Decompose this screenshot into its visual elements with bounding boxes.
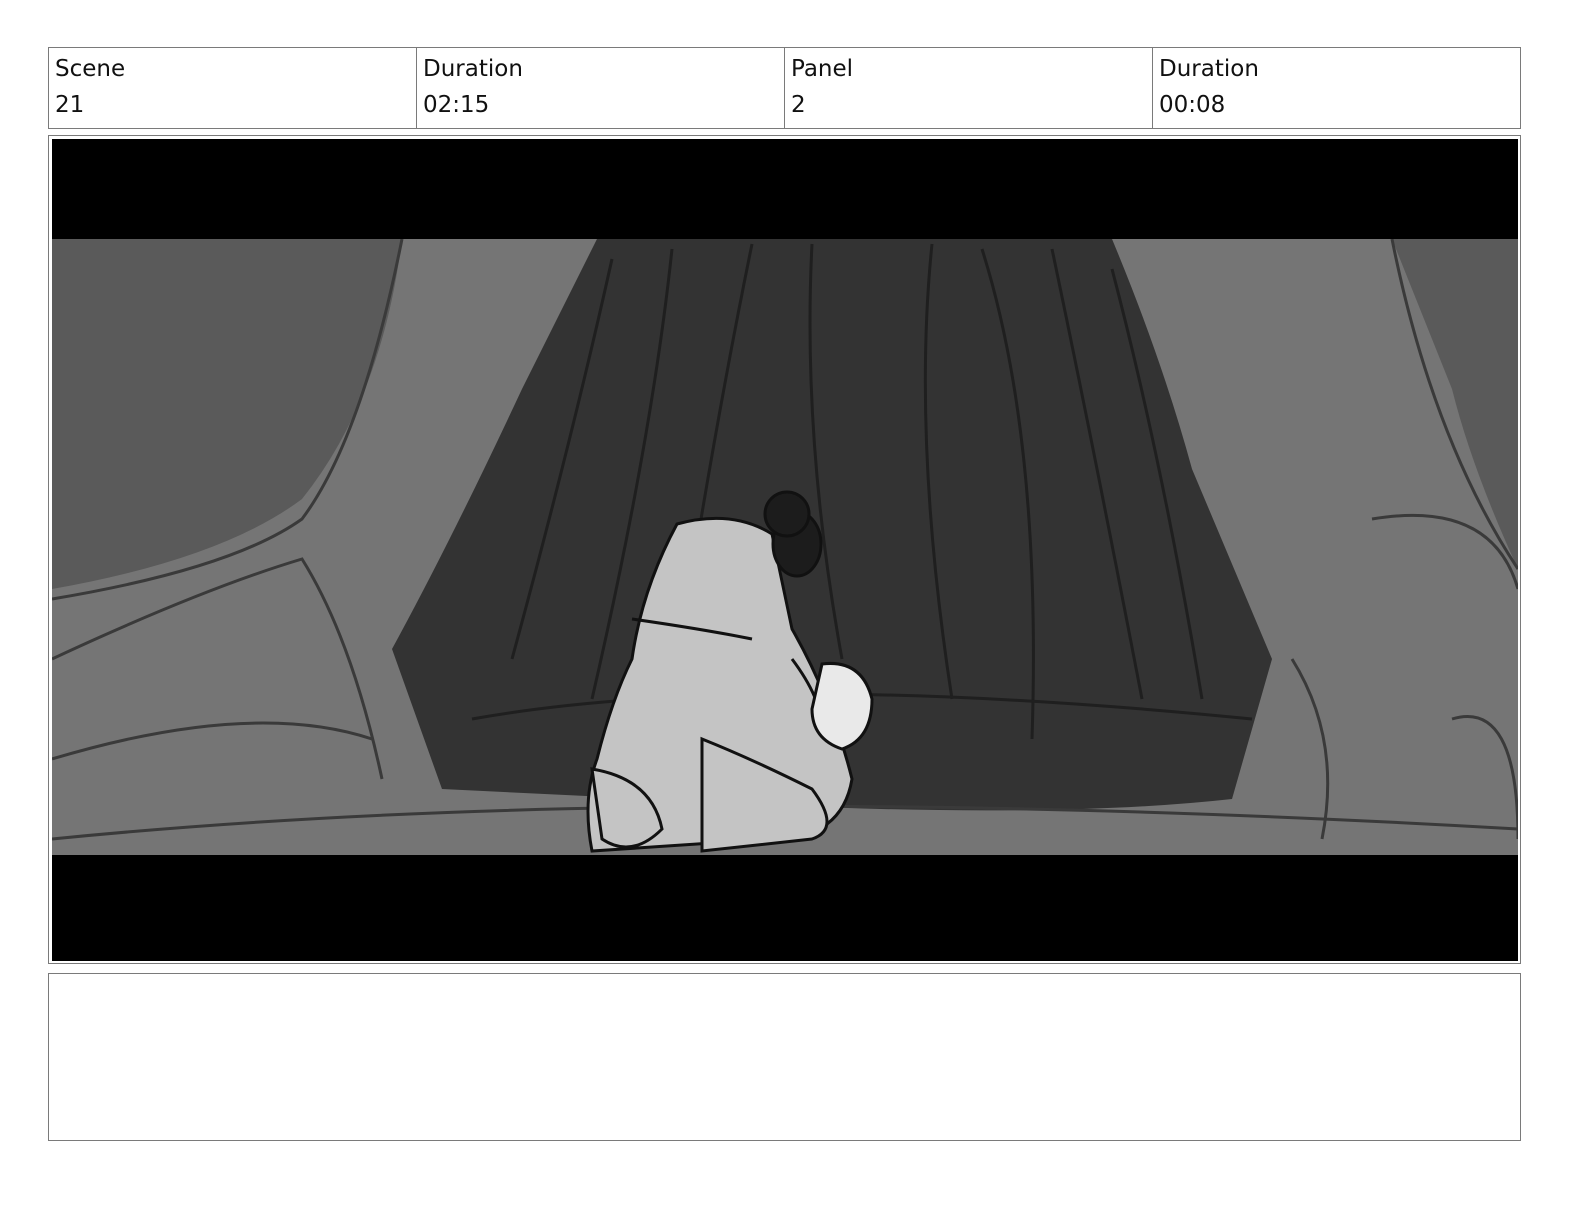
panel-label: Panel	[791, 56, 854, 82]
panel-duration-value: 00:08	[1159, 92, 1226, 118]
panel-cell: Panel 2	[785, 48, 1153, 128]
scene-duration-value: 02:15	[423, 92, 490, 118]
storyboard-panel-frame	[48, 135, 1521, 964]
panel-duration-cell: Duration 00:08	[1153, 48, 1520, 128]
panel-duration-label: Duration	[1159, 56, 1259, 82]
scene-duration-cell: Duration 02:15	[417, 48, 785, 128]
scene-cell: Scene 21	[49, 48, 417, 128]
scene-duration-label: Duration	[423, 56, 523, 82]
panel-value: 2	[791, 92, 806, 118]
scene-label: Scene	[55, 56, 126, 82]
panel-notes-box	[48, 973, 1521, 1141]
storyboard-header: Scene 21 Duration 02:15 Panel 2 Duration…	[48, 47, 1521, 129]
scene-value: 21	[55, 92, 85, 118]
storyboard-sketch	[52, 139, 1518, 961]
